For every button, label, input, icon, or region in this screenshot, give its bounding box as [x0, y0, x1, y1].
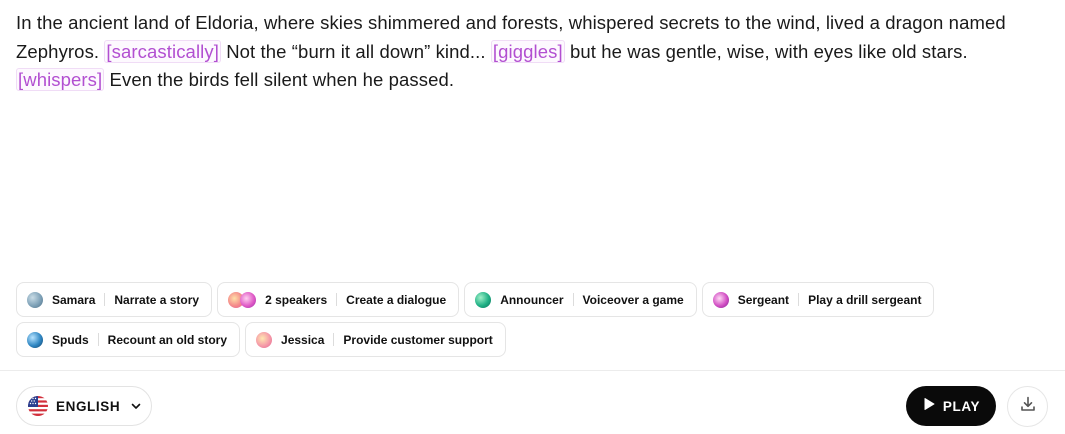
preset-voice-name: 2 speakers	[265, 292, 328, 307]
preset-chip-spuds[interactable]: Spuds Recount an old story	[16, 322, 241, 357]
download-button[interactable]	[1007, 386, 1048, 427]
preset-voice-name: Spuds	[52, 332, 89, 347]
preset-chip-samara[interactable]: Samara Narrate a story	[16, 282, 213, 317]
chevron-down-icon	[130, 400, 142, 412]
preset-action: Create a dialogue	[346, 292, 447, 307]
preset-chip-announcer[interactable]: Announcer Voiceover a game	[464, 282, 697, 317]
preset-row: Samara Narrate a story 2 speakers Create…	[16, 282, 1056, 317]
download-icon	[1019, 395, 1037, 418]
spuds-avatar	[27, 331, 43, 348]
jessica-avatar	[256, 331, 273, 348]
us-flag-icon	[28, 396, 48, 416]
story-sentence: but he was gentle, wise, with eyes like …	[569, 40, 968, 62]
preset-voice-name: Announcer	[500, 292, 564, 307]
chip-divider	[336, 293, 338, 306]
story-sentence: Even the birds fell silent when he passe…	[109, 69, 455, 90]
preset-voice-name: Samara	[52, 292, 96, 307]
preset-chip-sergeant[interactable]: Sergeant Play a drill sergeant	[701, 282, 935, 317]
preset-chip-jessica[interactable]: Jessica Provide customer support	[245, 322, 506, 357]
sergeant-avatar	[712, 291, 729, 308]
speaker-two-avatar	[240, 291, 257, 308]
two-speakers-avatar	[228, 291, 257, 308]
language-selector[interactable]: ENGLISH	[16, 386, 152, 426]
preset-action: Play a drill sergeant	[808, 292, 922, 307]
play-icon	[922, 397, 936, 416]
preset-row: Spuds Recount an old story Jessica Provi…	[16, 322, 1056, 357]
chip-divider	[333, 333, 335, 346]
voice-presets: Samara Narrate a story 2 speakers Create…	[16, 282, 1056, 362]
preset-voice-name: Sergeant	[737, 292, 790, 307]
preset-voice-name: Jessica	[281, 332, 325, 347]
emotion-tag-whispers: [whispers]	[16, 68, 105, 91]
chip-divider	[798, 293, 800, 306]
story-text[interactable]: In the ancient land of Eldoria, where sk…	[16, 9, 1056, 95]
preset-chip-2-speakers[interactable]: 2 speakers Create a dialogue	[217, 282, 460, 317]
preset-action: Narrate a story	[114, 292, 200, 307]
chip-divider	[572, 293, 574, 306]
play-label: PLAY	[942, 398, 981, 414]
preset-action: Voiceover a game	[582, 292, 684, 307]
emotion-tag-sarcastically: [sarcastically]	[104, 39, 221, 63]
play-button[interactable]: PLAY	[906, 386, 996, 426]
preset-action: Provide customer support	[343, 332, 493, 347]
chip-divider	[97, 333, 99, 346]
story-sentence: Not the “burn it all down” kind...	[226, 40, 486, 62]
preset-action: Recount an old story	[107, 332, 228, 347]
samara-avatar	[27, 291, 43, 308]
emotion-tag-giggles: [giggles]	[490, 39, 565, 63]
chip-divider	[104, 293, 106, 306]
language-label: ENGLISH	[56, 398, 121, 414]
announcer-avatar	[475, 291, 492, 308]
footer-divider	[0, 370, 1065, 371]
